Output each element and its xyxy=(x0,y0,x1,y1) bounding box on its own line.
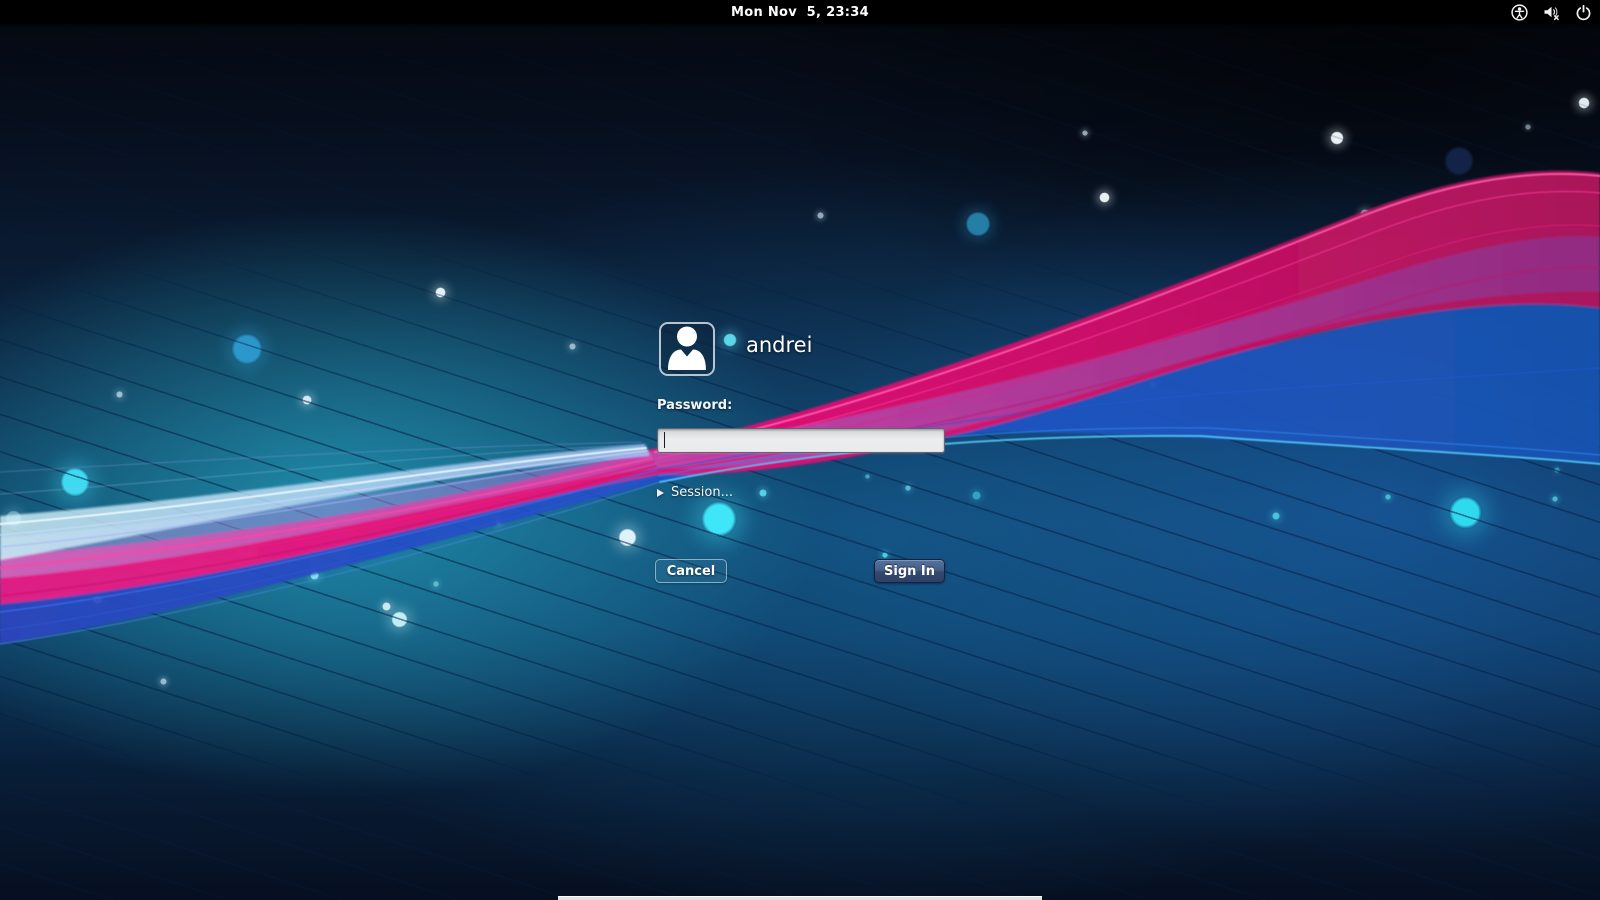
username-label: andrei xyxy=(746,333,812,357)
login-panel: andrei Password: Session... Cancel Sign … xyxy=(0,0,1600,900)
session-expander[interactable]: Session... xyxy=(657,485,733,500)
expander-arrow-icon xyxy=(657,489,664,497)
password-input[interactable] xyxy=(657,428,945,453)
cancel-button[interactable]: Cancel xyxy=(655,559,727,583)
text-caret xyxy=(664,432,665,448)
password-label: Password: xyxy=(657,398,732,413)
user-avatar[interactable] xyxy=(659,322,715,376)
login-screen: Mon Nov 5, 23:34 xyxy=(0,0,1600,900)
session-label: Session... xyxy=(671,485,733,500)
signin-button[interactable]: Sign In xyxy=(874,559,945,583)
person-icon xyxy=(661,322,713,374)
bottom-edge-strip xyxy=(558,896,1042,900)
